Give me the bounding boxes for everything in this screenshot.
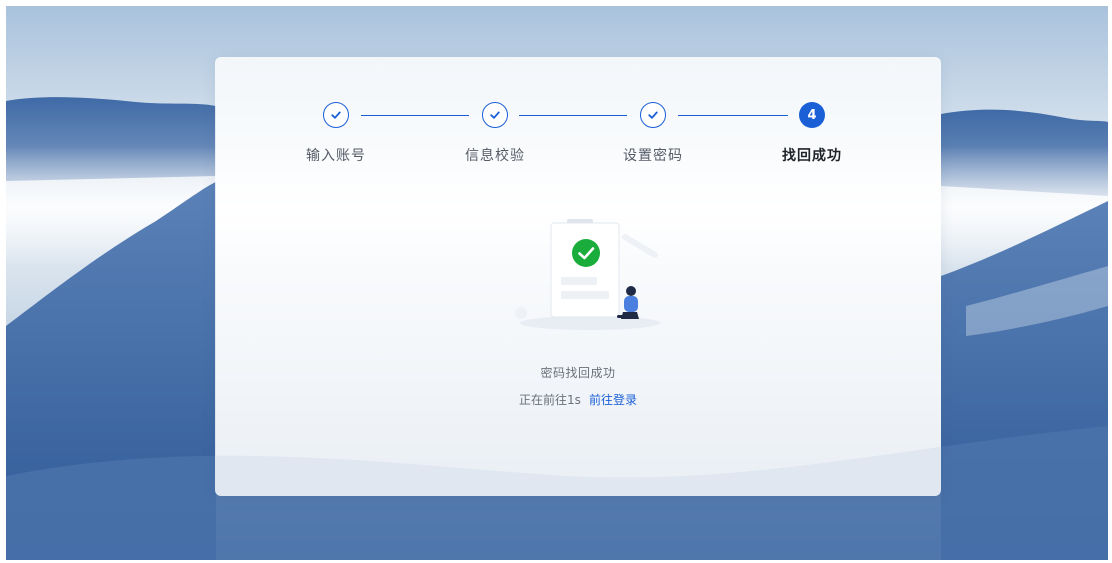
redirect-line: 正在前往1s 前往登录 [215, 391, 941, 408]
countdown-text: 正在前往1s [519, 393, 581, 407]
success-message: 密码找回成功 [540, 366, 616, 380]
step-1-circle [323, 102, 349, 128]
step-4-circle: 4 [799, 102, 825, 128]
step-4-label: 找回成功 [782, 148, 842, 164]
go-to-login-link[interactable]: 前往登录 [589, 393, 637, 407]
step-2: 信息校验 [435, 102, 555, 172]
password-recovery-card: 输入账号 信息校验 设置密码 4 找回成功 密码找回成功 正在前往1s 前往登录 [215, 57, 941, 496]
step-3-circle [640, 102, 666, 128]
step-2-circle [482, 102, 508, 128]
check-icon [490, 111, 500, 119]
step-1-label: 输入账号 [306, 148, 366, 164]
success-illustration-graphic [515, 219, 660, 330]
check-icon [648, 111, 658, 119]
success-illustration [505, 215, 665, 339]
check-icon [331, 111, 341, 119]
step-3-label: 设置密码 [623, 148, 683, 164]
steps-indicator: 输入账号 信息校验 设置密码 4 找回成功 [215, 102, 941, 172]
step-2-label: 信息校验 [465, 148, 525, 164]
success-check-icon [572, 239, 600, 267]
step-1: 输入账号 [276, 102, 396, 172]
step-4: 4 找回成功 [752, 102, 872, 172]
step-3: 设置密码 [593, 102, 713, 172]
